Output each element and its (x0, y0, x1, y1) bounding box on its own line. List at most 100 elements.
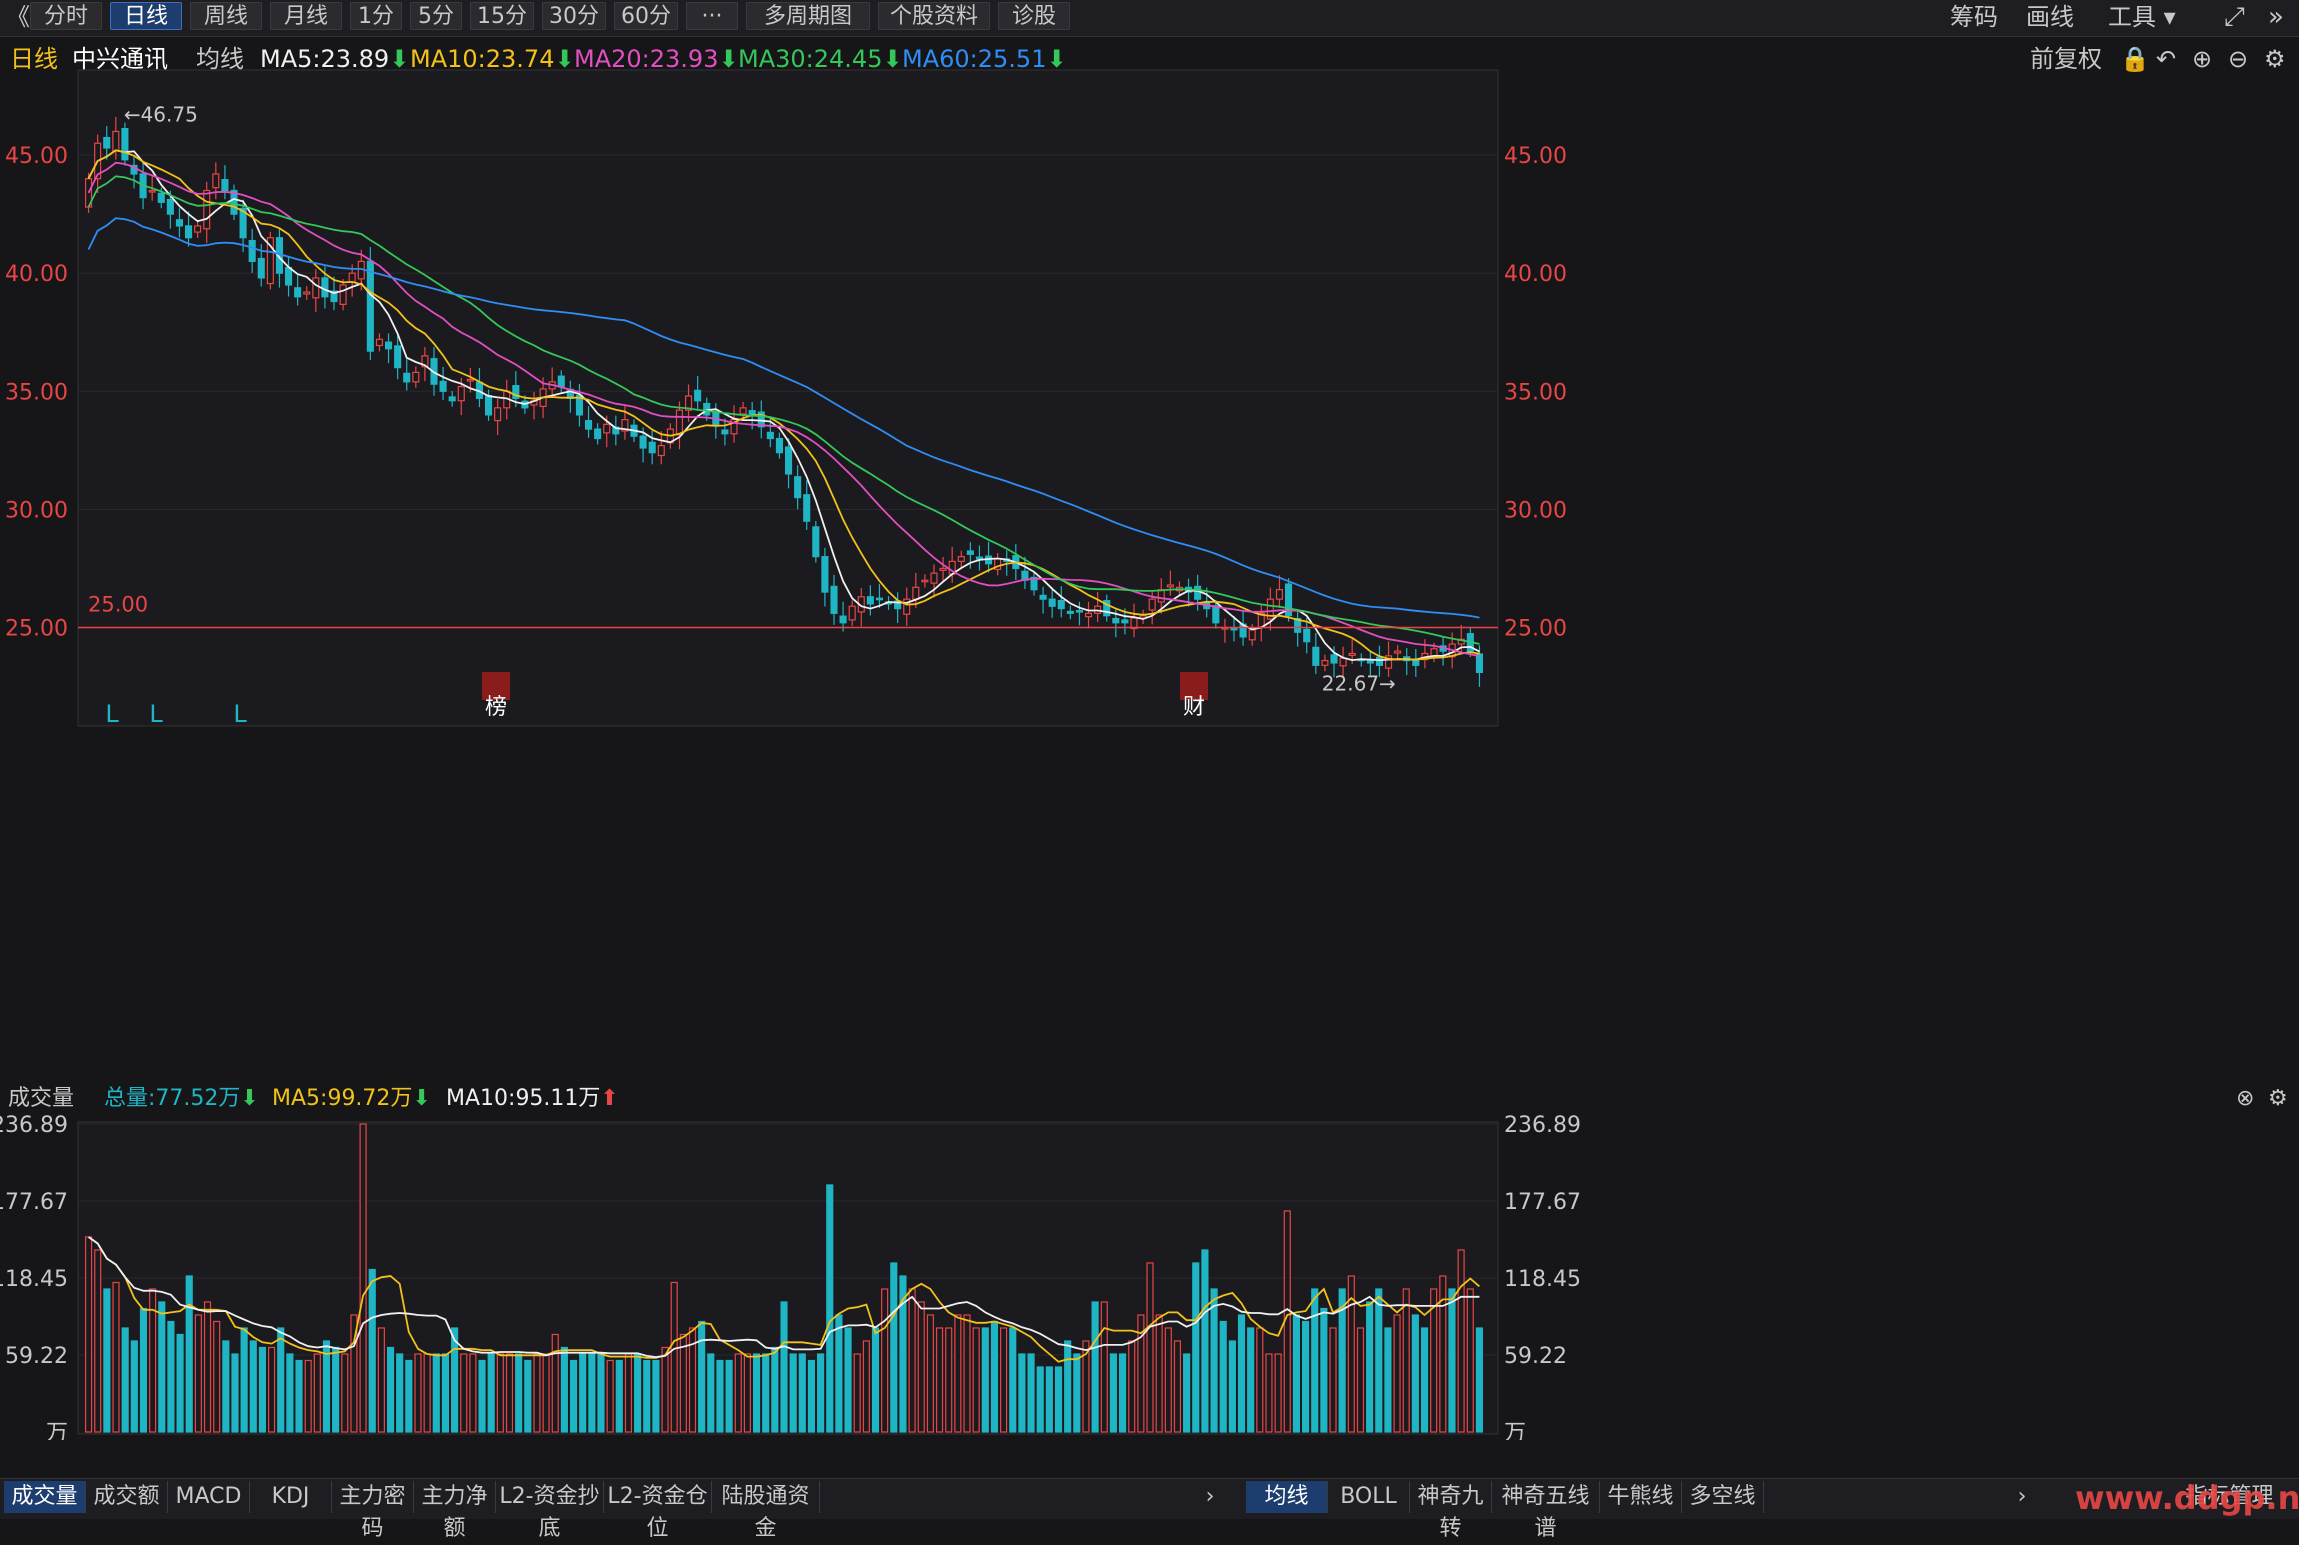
scroll-right2-icon[interactable]: › (2008, 1481, 2036, 1513)
indicator-tab-left-7[interactable]: L2-资金仓位 (604, 1481, 712, 1541)
volume-bar-80 (817, 1353, 825, 1433)
candle-body-122 (1194, 585, 1202, 600)
volume-bar-67 (698, 1320, 706, 1433)
volume-bar-45 (496, 1353, 504, 1433)
candle-body-63 (657, 445, 665, 457)
volume-bar-35 (405, 1359, 413, 1433)
low-price-label: 22.67→ (1322, 672, 1396, 696)
indicator-tab-right-4[interactable]: 牛熊线 (1600, 1481, 1682, 1513)
volume-bar-105 (1045, 1366, 1053, 1433)
volume-bar-128 (1256, 1327, 1264, 1433)
volume-bar-133 (1301, 1320, 1310, 1433)
volume-bar-61 (643, 1359, 651, 1433)
indicator-settings-icon[interactable]: ⚙ (2268, 1080, 2288, 1118)
kline-chart[interactable]: 45.00 45.00 40.00 40.00 35.00 35.00 30.00 30.00… (0, 0, 2299, 1440)
volume-bar-92 (926, 1314, 934, 1433)
indicator-tab-right-1[interactable]: BOLL (1328, 1481, 1410, 1513)
volume-bar-145 (1411, 1314, 1419, 1433)
candle-body-138 (1339, 657, 1347, 667)
volume-bar-37 (423, 1353, 431, 1433)
volume-bar-13 (203, 1301, 212, 1433)
volume-bar-147 (1430, 1288, 1438, 1433)
candle-body-65 (675, 409, 684, 436)
volume-bar-130 (1274, 1353, 1282, 1433)
volume-bar-119 (1173, 1340, 1182, 1433)
candle-body-13 (203, 189, 211, 230)
indicator-tab-left-8[interactable]: 陆股通资金 (712, 1481, 820, 1541)
candle-body-105 (1039, 594, 1047, 600)
volume-bar-5 (130, 1340, 138, 1433)
candle-body-29 (348, 272, 356, 283)
candle-body-118 (1157, 589, 1165, 603)
indicator-tab-left-0[interactable]: 成交量 (4, 1481, 86, 1513)
candle-body-32 (375, 338, 384, 347)
indicator-tab-left-1[interactable]: 成交额 (86, 1481, 168, 1513)
volume-bar-78 (798, 1353, 806, 1433)
candle-body-39 (439, 380, 447, 392)
volume-title: 成交量 (8, 1086, 75, 1111)
price-ytick-right-1: 40.00 (1504, 262, 1567, 287)
volume-bar-4 (121, 1327, 129, 1433)
indicator-tab-left-5[interactable]: 主力净额 (414, 1481, 496, 1541)
candle-body-106 (1048, 598, 1056, 607)
volume-bar-65 (679, 1333, 687, 1433)
volume-bar-50 (542, 1353, 550, 1433)
indicator-tab-left-3[interactable]: KDJ (250, 1481, 332, 1513)
indicator-tab-left-4[interactable]: 主力密码 (332, 1481, 414, 1541)
volume-bar-124 (1219, 1320, 1227, 1433)
price-ytick-left-3: 30.00 (5, 498, 68, 523)
candle-body-87 (875, 597, 884, 601)
volume-bar-125 (1228, 1340, 1236, 1433)
volume-bar-113 (1118, 1353, 1127, 1433)
volume-info-bar: 成交量 总量:77.52万⬇ MA5:99.72万⬇ MA10:95.11万⬆ … (0, 1080, 2299, 1118)
volume-bar-48 (524, 1359, 532, 1433)
volume-bar-36 (414, 1353, 422, 1433)
volume-bar-46 (505, 1353, 514, 1433)
volume-bar-134 (1311, 1288, 1319, 1433)
candle-body-108 (1066, 610, 1074, 614)
marker-2: L (233, 700, 247, 728)
volume-bar-43 (478, 1359, 486, 1433)
candle-body-84 (848, 605, 856, 621)
marker-1: L (149, 700, 163, 728)
candle-body-107 (1057, 599, 1065, 610)
volume-bar-71 (734, 1353, 742, 1433)
indicator-tab-left-6[interactable]: L2-资金抄底 (496, 1481, 604, 1541)
volume-bar-40 (451, 1327, 459, 1433)
indicator-tab-right-0[interactable]: 均线 (1246, 1481, 1328, 1513)
price-ytick-left-0: 45.00 (5, 144, 68, 169)
indicator-tab-right-3[interactable]: 神奇五线谱 (1492, 1481, 1600, 1541)
indicator-tab-right-2[interactable]: 神奇九转 (1410, 1481, 1492, 1541)
volume-bar-19 (258, 1346, 267, 1433)
volume-bar-108 (1073, 1353, 1081, 1433)
volume-bar-142 (1384, 1327, 1392, 1433)
candle-body-42 (466, 378, 474, 382)
candle-body-22 (284, 266, 293, 286)
candle-body-96 (957, 556, 965, 562)
indicator-tab-right-5[interactable]: 多空线 (1682, 1481, 1764, 1513)
volume-bar-47 (515, 1353, 523, 1433)
candle-body-137 (1330, 654, 1338, 664)
candle-body-94 (939, 567, 947, 571)
volume-ytick-left-1: 177.67 (0, 1190, 68, 1215)
volume-bar-123 (1210, 1288, 1218, 1433)
volume-bar-112 (1109, 1353, 1117, 1433)
volume-bar-16 (231, 1353, 239, 1433)
candle-body-110 (1084, 612, 1093, 618)
volume-bar-25 (313, 1353, 321, 1433)
volume-bar-8 (158, 1301, 166, 1433)
candle-body-82 (830, 585, 838, 614)
volume-bar-117 (1155, 1314, 1163, 1433)
volume-bar-136 (1329, 1327, 1337, 1433)
close-indicator-icon[interactable]: ⊗ (2236, 1080, 2254, 1118)
volume-bar-68 (707, 1353, 715, 1433)
volume-bar-56 (597, 1353, 605, 1433)
volume-bar-14 (213, 1320, 221, 1433)
scroll-right-icon[interactable]: › (1196, 1481, 1224, 1513)
indicator-tab-left-2[interactable]: MACD (168, 1481, 250, 1513)
volume-bar-151 (1466, 1288, 1474, 1433)
volume-bar-118 (1164, 1327, 1172, 1433)
price-ytick-left-4: 25.00 (5, 617, 68, 642)
candle-body-70 (721, 429, 729, 435)
volume-bar-51 (551, 1333, 559, 1433)
